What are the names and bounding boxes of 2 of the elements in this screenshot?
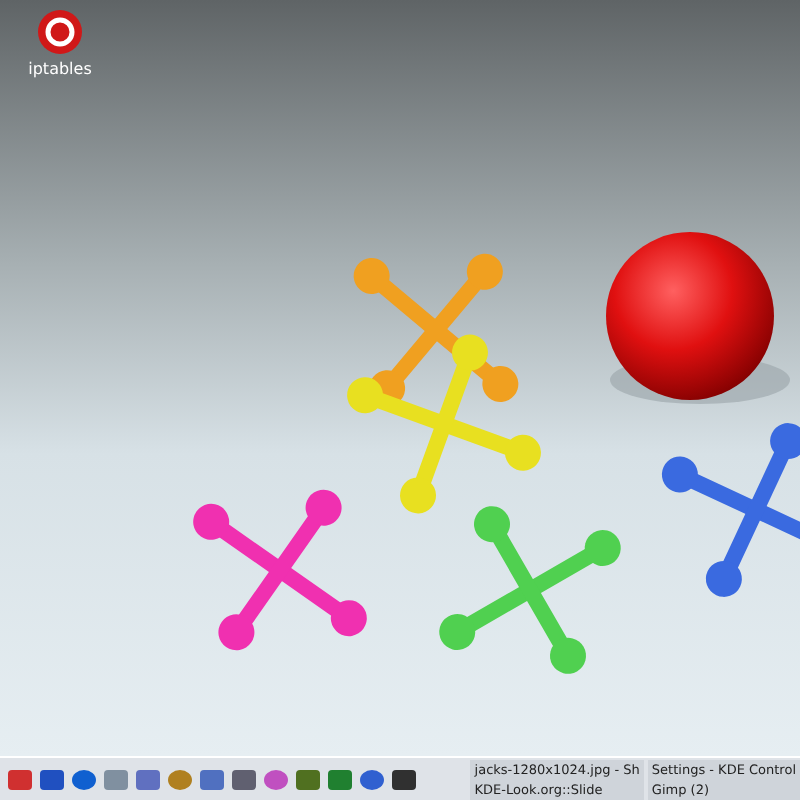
- desktop-icon-label[interactable]: iptables: [28, 60, 92, 78]
- desktop-app-icon[interactable]: [35, 8, 84, 56]
